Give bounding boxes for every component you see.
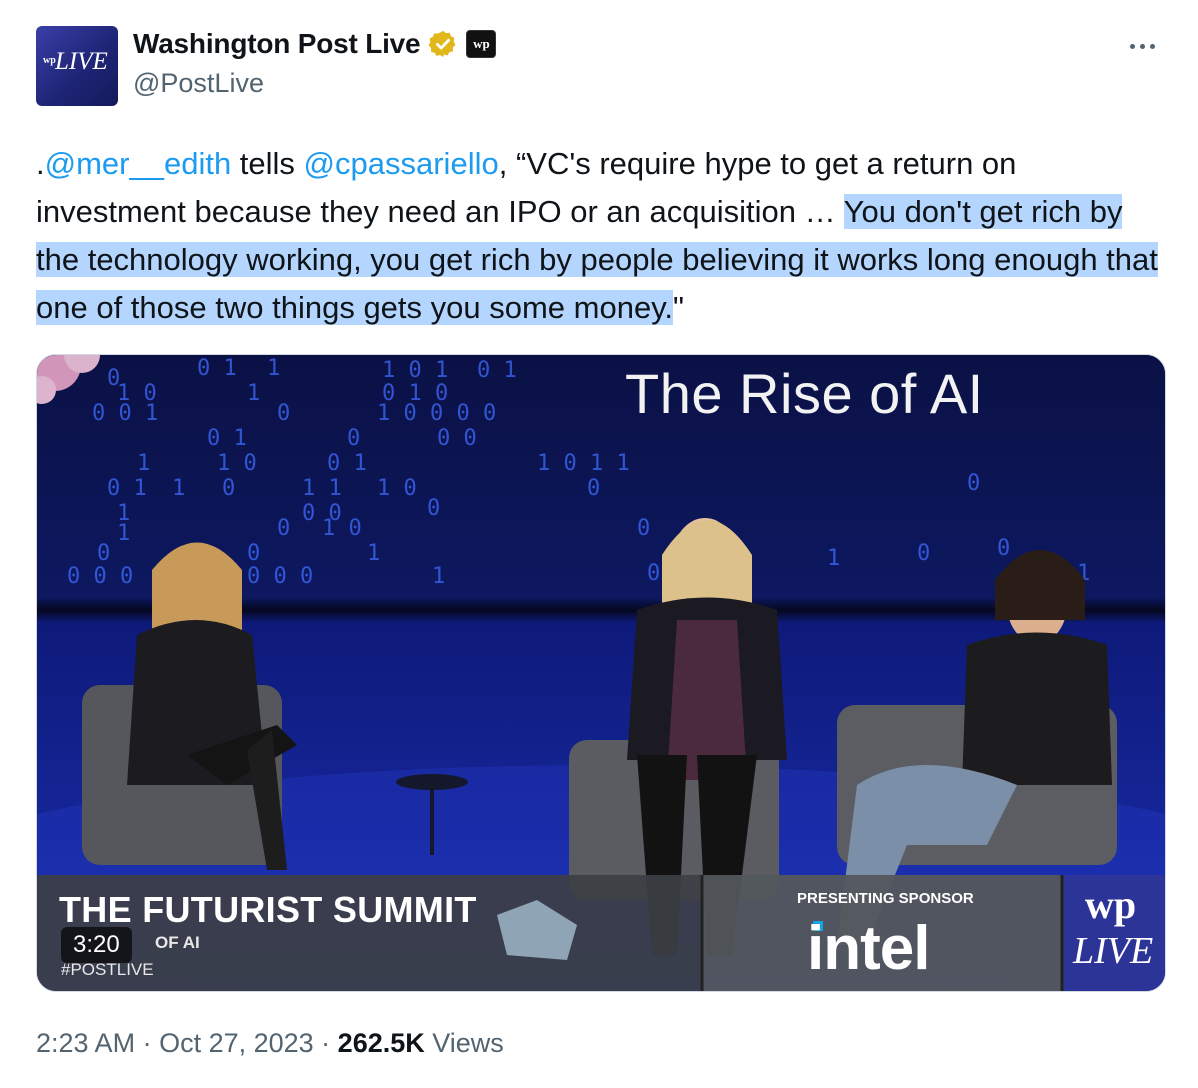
svg-text:0 1: 0 1 (327, 451, 367, 476)
svg-text:1: 1 (137, 451, 150, 476)
wp-logo: wp (1085, 882, 1137, 927)
svg-text:0: 0 (647, 561, 660, 586)
sponsor-logo: intel (807, 914, 930, 983)
svg-text:0: 0 (427, 496, 440, 521)
tweet-meta: 2:23 AM · Oct 27, 2023 · 262.5K Views (36, 1028, 504, 1059)
svg-text:0: 0 (347, 426, 360, 451)
meta-separator: · (313, 1028, 338, 1058)
mention-link[interactable]: @mer__edith (45, 146, 232, 181)
svg-text:0 0 0: 0 0 0 (67, 564, 133, 589)
svg-text:0 0: 0 0 (437, 426, 477, 451)
views-label: Views (424, 1028, 504, 1058)
svg-text:0: 0 (637, 516, 650, 541)
svg-text:0 1: 0 1 (107, 476, 147, 501)
svg-text:1: 1 (367, 541, 380, 566)
svg-text:0: 0 (222, 476, 235, 501)
author-handle[interactable]: @PostLive (133, 68, 264, 99)
svg-text:1: 1 (267, 356, 280, 381)
svg-text:0 0 1: 0 0 1 (92, 401, 158, 426)
svg-text:1 0: 1 0 (217, 451, 257, 476)
svg-text:0: 0 (997, 536, 1010, 561)
svg-text:0 1: 0 1 (477, 358, 517, 383)
svg-text:1: 1 (827, 546, 840, 571)
dot (1150, 43, 1155, 49)
avatar-wp-mark: wp (43, 55, 56, 66)
mention-link[interactable]: @cpassariello (304, 146, 499, 181)
author-avatar[interactable]: wp LIVE (36, 26, 118, 106)
svg-text:0: 0 (97, 541, 110, 566)
more-options-icon[interactable] (1130, 36, 1164, 56)
verified-gold-badge-icon[interactable] (428, 29, 458, 59)
svg-text:1: 1 (117, 521, 130, 546)
svg-text:0: 0 (917, 541, 930, 566)
svg-text:1 0 1: 1 0 1 (382, 358, 448, 383)
svg-text:1 1: 1 1 (302, 476, 342, 501)
svg-text:1 0 0 0 0: 1 0 0 0 0 (377, 401, 496, 426)
summit-hashtag: #POSTLIVE (61, 960, 154, 979)
meta-separator: · (135, 1028, 160, 1058)
svg-text:1: 1 (172, 476, 185, 501)
live-logo: LIVE (1073, 930, 1154, 972)
svg-text:0 1: 0 1 (197, 356, 237, 381)
summit-title: THE FUTURIST SUMMIT (59, 889, 477, 930)
author-name-row: Washington Post Live wp (133, 28, 497, 60)
svg-text:1: 1 (432, 564, 445, 589)
author-display-name[interactable]: Washington Post Live (133, 28, 421, 60)
tweet-text-part: tells (231, 146, 304, 181)
tweet-prefix: . (36, 146, 45, 181)
summit-subtitle: OF AI (155, 933, 200, 952)
svg-text:0: 0 (967, 471, 980, 496)
tweet-text: .@mer__edith tells @cpassariello, “VC's … (36, 140, 1166, 332)
svg-text:0 1: 0 1 (207, 426, 247, 451)
video-timestamp: 3:20 (61, 927, 132, 963)
svg-text:0 0 0: 0 0 0 (247, 564, 313, 589)
svg-text:1 0 1 1: 1 0 1 1 (537, 451, 630, 476)
svg-text:1: 1 (247, 381, 260, 406)
tweet-time[interactable]: 2:23 AM (36, 1028, 135, 1058)
svg-text:0: 0 (247, 541, 260, 566)
video-screen-title: The Rise of AI (625, 362, 984, 425)
svg-text:0: 0 (587, 476, 600, 501)
sponsor-label: PRESENTING SPONSOR (797, 890, 974, 907)
views-count: 262.5K (337, 1028, 425, 1058)
dot (1140, 43, 1145, 49)
avatar-live-text: LIVE (55, 48, 108, 75)
tweet-suffix: " (673, 290, 685, 325)
svg-text:1 0: 1 0 (377, 476, 417, 501)
dot (1130, 43, 1135, 49)
affiliate-wp-badge-icon[interactable]: wp (466, 30, 497, 58)
svg-text:0: 0 (277, 401, 290, 426)
tweet-date[interactable]: Oct 27, 2023 (159, 1028, 314, 1058)
svg-text:0: 0 (277, 516, 290, 541)
video-player[interactable]: 00 11 1 0 10 1 1 010 1 0 0 0 101 0 0 0 0… (36, 354, 1166, 992)
svg-text:1 0: 1 0 (322, 516, 362, 541)
